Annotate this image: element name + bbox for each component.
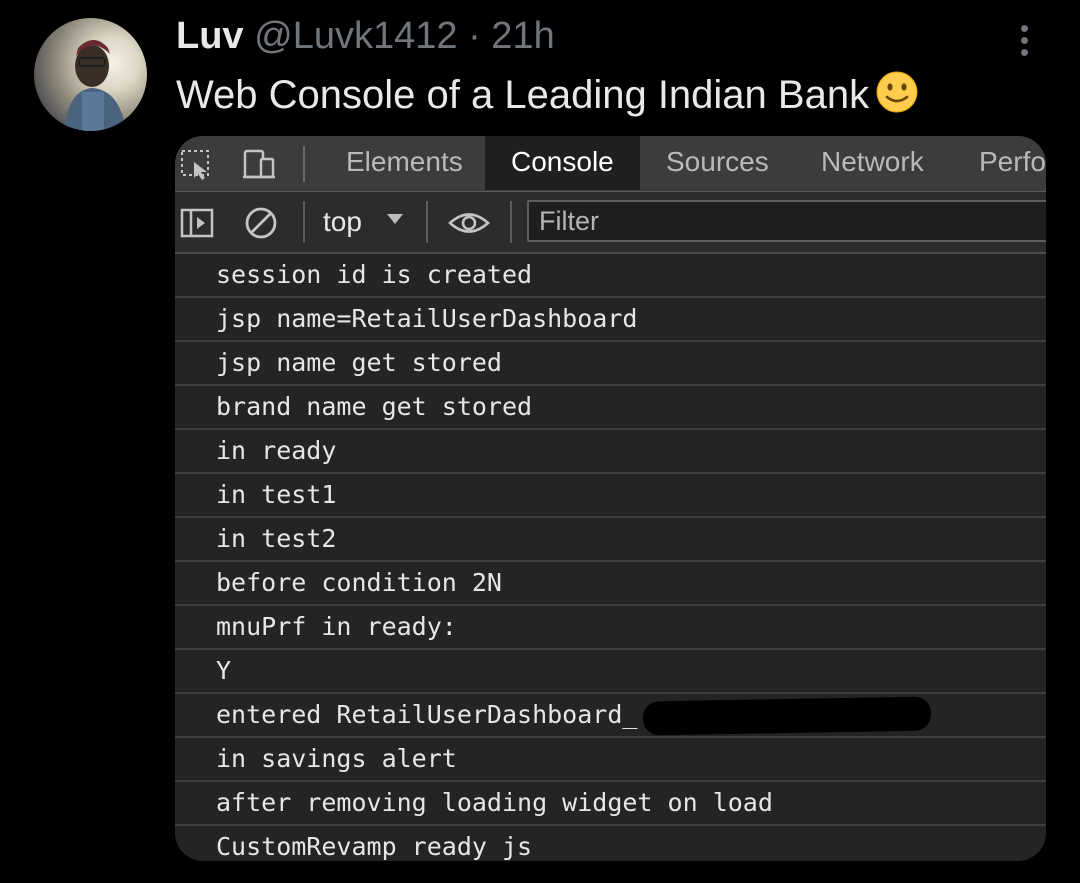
log-message: in ready [175, 430, 1046, 474]
profile-photo [64, 40, 126, 131]
log-message-redacted: entered RetailUserDashboard_ [175, 694, 1046, 738]
filter-input[interactable] [527, 200, 1046, 242]
more-options-icon[interactable] [1010, 22, 1038, 62]
post-time[interactable]: 21h [491, 15, 554, 57]
separator-dot: · [468, 15, 481, 57]
log-message: mnuPrf in ready: [175, 606, 1046, 650]
eye-icon[interactable] [447, 206, 491, 240]
tweet-header: Luv @Luvk1412 · 21h [176, 14, 555, 58]
context-selector[interactable]: top [323, 204, 362, 240]
element-picker-icon[interactable] [179, 148, 215, 180]
slightly-smiling-face-emoji [876, 71, 918, 113]
log-message: jsp name=RetailUserDashboard [175, 298, 1046, 342]
tweet-text: Web Console of a Leading Indian Bank [176, 70, 919, 118]
log-message: after removing loading widget on load [175, 782, 1046, 826]
console-toolbar: top [175, 192, 1046, 254]
log-message: jsp name get stored [175, 342, 1046, 386]
tab-elements[interactable]: Elements [346, 136, 463, 191]
log-message: CustomRevamp ready js [175, 826, 1046, 861]
log-message: in test2 [175, 518, 1046, 562]
toolbar-divider [303, 201, 305, 243]
sidebar-toggle-icon[interactable] [179, 206, 215, 240]
chevron-down-icon[interactable] [387, 214, 403, 224]
toolbar-divider [510, 201, 512, 243]
toolbar-divider [426, 201, 428, 243]
avatar[interactable] [34, 18, 147, 131]
author-handle[interactable]: @Luvk1412 [254, 15, 457, 57]
device-toggle-icon[interactable] [241, 148, 277, 180]
author-name[interactable]: Luv [176, 15, 244, 57]
tab-network[interactable]: Network [821, 136, 924, 191]
tab-performance[interactable]: Perfo [979, 136, 1046, 191]
tab-console[interactable]: Console [485, 136, 640, 190]
redaction-mark [643, 696, 932, 736]
tab-bar-divider [303, 146, 305, 182]
log-message: in test1 [175, 474, 1046, 518]
console-log[interactable]: session id is created jsp name=RetailUse… [175, 254, 1046, 861]
devtools-tab-bar: Elements Console Sources Network Perfo [175, 136, 1046, 192]
log-message: in savings alert [175, 738, 1046, 782]
log-message: before condition 2N [175, 562, 1046, 606]
log-message: session id is created [175, 254, 1046, 298]
tab-sources[interactable]: Sources [666, 136, 769, 191]
devtools-screenshot[interactable]: Elements Console Sources Network Perfo t… [175, 136, 1046, 861]
log-message: brand name get stored [175, 386, 1046, 430]
log-message-text: entered RetailUserDashboard_ [216, 700, 638, 729]
tweet-text-content: Web Console of a Leading Indian Bank [176, 73, 870, 117]
log-message: Y [175, 650, 1046, 694]
clear-console-icon[interactable] [243, 206, 279, 240]
